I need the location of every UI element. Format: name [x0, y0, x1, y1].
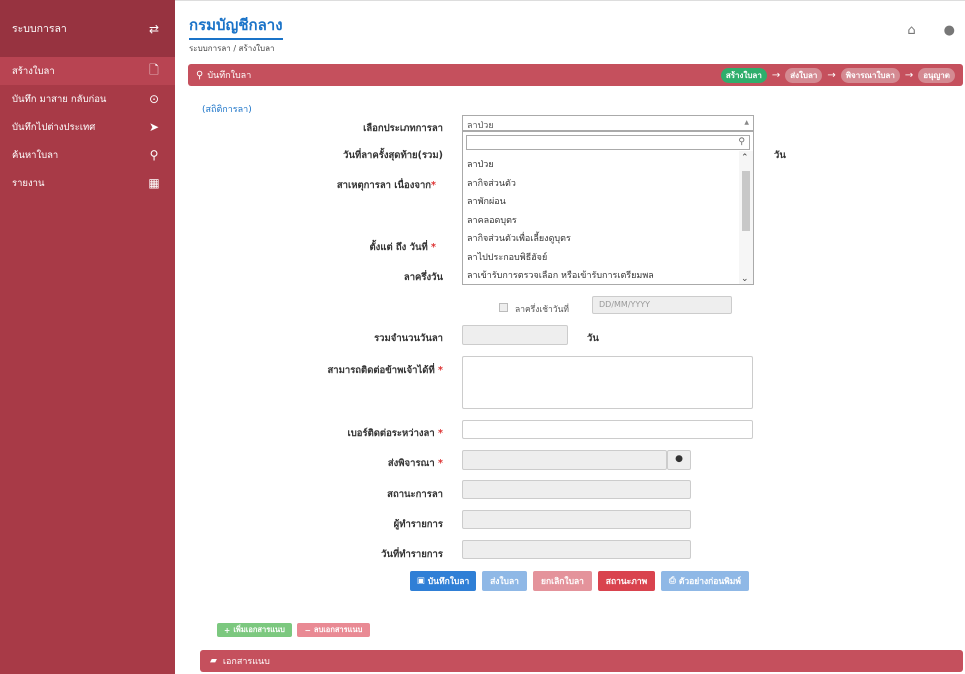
chevron-down-icon[interactable]: ⌄: [741, 274, 749, 284]
leave-type-value: ลาป่วย: [467, 121, 494, 131]
search-icon: ⚲: [149, 148, 159, 162]
remove-attachment-button[interactable]: − ลบเอกสารแนบ: [297, 623, 370, 637]
sidebar-item-label: ค้นหาใบลา: [12, 149, 59, 161]
send-to-label: ส่งพิจารณา *: [387, 458, 443, 469]
leave-type-dropdown: ⚲ ลาป่วย ลากิจส่วนตัว ลาพักผ่อน ลาคลอดบุ…: [462, 131, 754, 285]
send-leave-button[interactable]: ส่งใบลา: [482, 571, 527, 591]
attachments-title: เอกสารแนบ: [222, 657, 270, 667]
sidebar-item-late-record[interactable]: บันทึก มาสาย กลับก่อน ⊙: [0, 85, 175, 113]
dropdown-option[interactable]: ลาไปประกอบพิธีฮัจย์: [463, 246, 739, 265]
user-picker-icon[interactable]: ●: [667, 450, 691, 470]
search-icon: ⚲: [196, 69, 204, 81]
dropdown-option[interactable]: ลากิจส่วนตัวเพื่อเลี้ยงดูบุตร: [463, 227, 739, 246]
step-create: สร้างใบลา: [720, 67, 767, 83]
created-date-label: วันที่ทำรายการ: [381, 549, 443, 560]
sidebar-header: ระบบการลา ⇄: [0, 0, 175, 57]
sidebar-item-label: บันทึก มาสาย กลับก่อน: [12, 93, 107, 105]
from-to-label: ตั้งแต่ ถึง วันที่ *: [369, 242, 436, 253]
phone-label: เบอร์ติดต่อระหว่างลา *: [347, 428, 443, 439]
last-leave-label: วันที่ลาครั้งสุดท้าย(รวม): [343, 150, 443, 161]
dropdown-list: ลาป่วย ลากิจส่วนตัว ลาพักผ่อน ลาคลอดบุตร…: [463, 153, 753, 283]
dropdown-scrollbar[interactable]: ⌃ ⌄: [739, 151, 753, 284]
last-leave-unit: วัน: [774, 150, 786, 161]
attachments-bar[interactable]: ▰ เอกสารแนบ: [200, 650, 963, 672]
chevron-up-icon[interactable]: ⌃: [741, 153, 749, 163]
status-button[interactable]: สถานะภาพ: [598, 571, 655, 591]
brand-name[interactable]: กรมบัญชีกลาง: [189, 13, 283, 40]
sidebar-item-report[interactable]: รายงาน ▦: [0, 169, 175, 197]
save-leave-button[interactable]: ▣ บันทึกใบลา: [410, 571, 476, 591]
arrow-right-icon: →: [771, 69, 781, 81]
exchange-icon[interactable]: ⇄: [147, 22, 161, 36]
scrollbar-thumb[interactable]: [742, 171, 750, 231]
dropdown-option[interactable]: ลาเข้ารับการตรวจเลือก หรือเข้ารับการเตรี…: [463, 264, 739, 283]
sidebar-item-label: รายงาน: [12, 177, 45, 189]
top-header: กรมบัญชีกลาง ระบบการลา / สร้างใบลา ⌂ ●: [175, 0, 965, 57]
leave-type-label: เลือกประเภทการลา: [363, 123, 443, 134]
save-icon: ▣: [416, 576, 425, 586]
contact-label: สามารถติดต่อข้าพเจ้าได้ที่ *: [327, 365, 443, 376]
file-icon: 🗋: [149, 62, 159, 77]
dropdown-option[interactable]: ลาคลอดบุตร: [463, 209, 739, 228]
dropdown-option[interactable]: ลาพักผ่อน: [463, 190, 739, 209]
dropdown-option[interactable]: ลากิจส่วนตัว: [463, 172, 739, 191]
add-attachment-button[interactable]: + เพิ่มเอกสารแนบ: [217, 623, 292, 637]
dropdown-search-input[interactable]: ⚲: [466, 135, 750, 150]
dropdown-option[interactable]: ลาป่วย: [463, 153, 739, 172]
clock-icon: ⊙: [148, 92, 160, 106]
created-date-input: [462, 540, 691, 559]
minus-icon: −: [304, 625, 311, 635]
half-day-morning-label: ลาครึ่งเช้าวันที่: [515, 305, 570, 315]
print-preview-button[interactable]: ⎙ ตัวอย่างก่อนพิมพ์: [661, 571, 749, 591]
cancel-leave-button[interactable]: ยกเลิกใบลา: [533, 571, 592, 591]
sidebar: ระบบการลา ⇄ สร้างใบลา 🗋 บันทึก มาสาย กลั…: [0, 0, 175, 674]
sidebar-item-label: บันทึกไปต่างประเทศ: [12, 121, 96, 133]
send-to-input[interactable]: [462, 450, 667, 470]
table-icon: ▦: [148, 176, 160, 190]
panel-title: บันทึกใบลา: [207, 71, 252, 81]
arrow-right-icon: →: [904, 69, 914, 81]
status-input: [462, 480, 691, 499]
print-icon: ⎙: [669, 576, 676, 586]
breadcrumb: ระบบการลา / สร้างใบลา: [189, 44, 275, 53]
plane-icon: ➤: [148, 120, 160, 134]
status-label: สถานะการลา: [387, 489, 443, 500]
book-icon: ▰: [210, 656, 217, 666]
user-icon[interactable]: ●: [944, 23, 955, 38]
home-icon[interactable]: ⌂: [907, 23, 915, 38]
creator-label: ผู้ทำรายการ: [393, 519, 443, 530]
half-day-label: ลาครึ่งวัน: [403, 272, 443, 283]
plus-icon: +: [224, 625, 231, 635]
brand: กรมบัญชีกลาง ระบบการลา / สร้างใบลา: [189, 13, 283, 55]
sidebar-item-create-leave[interactable]: สร้างใบลา 🗋: [0, 57, 175, 85]
sidebar-title: ระบบการลา: [12, 23, 67, 35]
contact-textarea[interactable]: [462, 356, 753, 409]
creator-input: [462, 510, 691, 529]
search-icon: ⚲: [738, 137, 745, 147]
leave-type-select[interactable]: ลาป่วย ▲: [462, 115, 754, 131]
workflow-steps: สร้างใบลา → ส่งใบลา → พิจารณาใบลา → อนุญ…: [720, 67, 955, 83]
panel-title-bar: ⚲ บันทึกใบลา สร้างใบลา → ส่งใบลา → พิจาร…: [188, 64, 963, 86]
sidebar-item-abroad[interactable]: บันทึกไปต่างประเทศ ➤: [0, 113, 175, 141]
sidebar-item-label: สร้างใบลา: [12, 65, 55, 77]
sidebar-item-search[interactable]: ค้นหาใบลา ⚲: [0, 141, 175, 169]
caret-up-icon: ▲: [744, 119, 749, 126]
reason-label: สาเหตุการลา เนื่องจาก*: [336, 180, 436, 191]
half-day-date-input[interactable]: DD/MM/YYYY: [592, 296, 732, 314]
total-days-unit: วัน: [587, 333, 599, 344]
step-review: พิจารณาใบลา: [840, 67, 900, 83]
total-days-label: รวมจำนวนวันลา: [374, 333, 443, 344]
half-day-morning-checkbox[interactable]: [499, 303, 508, 312]
arrow-right-icon: →: [827, 69, 836, 81]
top-icons: ⌂ ●: [907, 23, 955, 38]
leave-stats-link[interactable]: (สถิติการลา): [202, 102, 252, 116]
step-approve: อนุญาต: [918, 67, 955, 83]
phone-input[interactable]: [462, 420, 753, 439]
step-send: ส่งใบลา: [785, 67, 823, 83]
total-days-input[interactable]: [462, 325, 568, 345]
